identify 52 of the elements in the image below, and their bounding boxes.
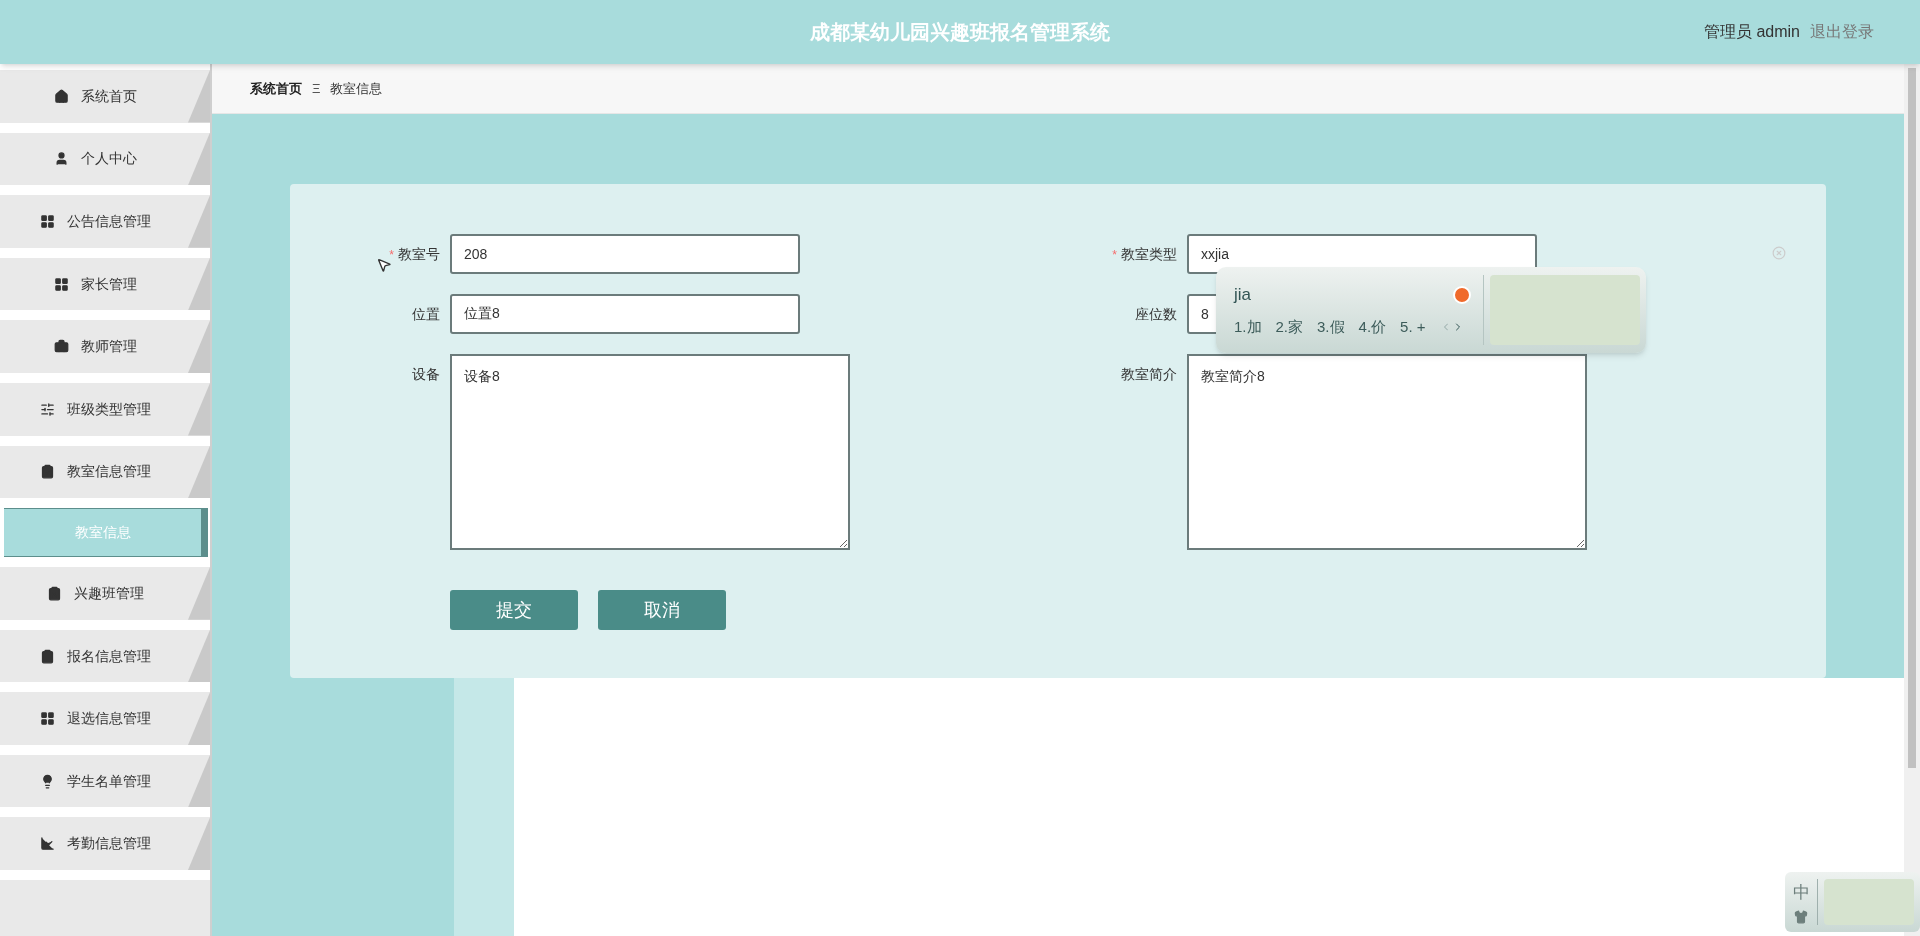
mouse-cursor-icon (376, 257, 392, 273)
sidebar-item[interactable]: 系统首页 (0, 70, 210, 123)
home-icon (53, 88, 69, 104)
sidebar-item[interactable]: 家长管理 (0, 257, 210, 311)
sidebar-item[interactable]: 退选信息管理 (0, 692, 210, 745)
sidebar-item[interactable]: 教室信息管理 (0, 445, 210, 499)
breadcrumb-link[interactable]: 系统首页 (250, 78, 302, 99)
ime-composition: jia (1234, 284, 1251, 306)
text-area[interactable]: 设备8 (450, 354, 850, 550)
user-label: 管理员 admin (1703, 22, 1800, 42)
sidebar-item[interactable]: 教师管理 (0, 320, 210, 373)
clear-icon[interactable] (1772, 246, 1786, 260)
required-mark: * (1112, 246, 1117, 264)
clipboard-check-icon (39, 464, 55, 480)
ime-candidate[interactable]: 2.家 (1275, 315, 1304, 338)
sidebar-item[interactable]: 公告信息管理 (0, 195, 210, 248)
form-button[interactable]: 提交 (450, 590, 578, 630)
sidebar-item[interactable]: 兴趣班管理 (0, 567, 210, 620)
field-label: 教室号 (398, 245, 440, 264)
sliders-icon (39, 401, 55, 417)
app-title: 成都某幼儿园兴趣班报名管理系统 (810, 20, 1110, 45)
field-label: 位置 (412, 305, 440, 324)
grid-icon (39, 214, 55, 229)
sidebar-item[interactable]: 个人中心 (0, 132, 210, 186)
input-field[interactable]: 位置8 (450, 294, 800, 334)
form-button[interactable]: 取消 (598, 590, 726, 630)
text-area[interactable]: 教室简介8 (1187, 354, 1587, 550)
grid-icon (39, 711, 55, 727)
sidebar-item[interactable]: 学生名单管理 (0, 754, 210, 808)
field-label: 设备 (412, 365, 440, 384)
sidebar-item[interactable]: 班级类型管理 (0, 382, 210, 436)
briefcase-icon (53, 339, 69, 355)
required-mark: * (389, 246, 394, 264)
field-label: 座位数 (1135, 305, 1177, 324)
ime-candidate[interactable]: 4.价 (1358, 315, 1387, 338)
input-field[interactable]: 208 (450, 234, 800, 274)
breadcrumb-separator: Ξ (312, 79, 321, 98)
clipboard-x-icon (46, 585, 62, 601)
field-label: 教室简介 (1121, 365, 1177, 384)
ime-mascot-icon (1453, 285, 1471, 304)
chart-icon (39, 836, 55, 852)
sidebar-item[interactable]: 报名信息管理 (0, 629, 210, 683)
shirt-icon[interactable] (1794, 909, 1808, 924)
ime-candidate[interactable]: 1.加 (1234, 315, 1262, 338)
sidebar-item[interactable]: 考勤信息管理 (0, 817, 210, 871)
ime-candidate[interactable]: 5. + (1400, 315, 1426, 338)
person-icon (53, 151, 69, 167)
breadcrumb-link[interactable]: 教室信息 (330, 78, 383, 99)
clipboard-icon (39, 648, 55, 664)
field-label: 教室类型 (1121, 245, 1177, 264)
ime-candidate[interactable]: 3.假 (1317, 315, 1345, 338)
grid-icon (53, 276, 69, 292)
